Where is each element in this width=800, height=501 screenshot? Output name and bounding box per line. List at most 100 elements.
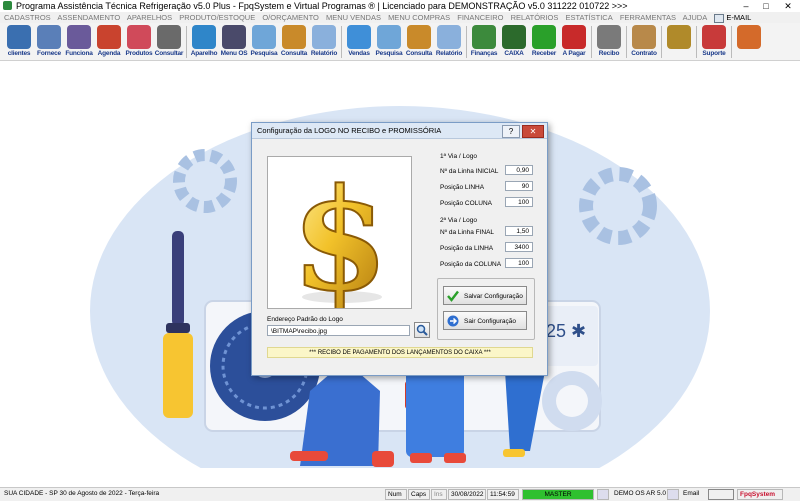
toolbar-button-consultar[interactable]: Consultar (154, 23, 184, 60)
menu-aparelhos[interactable]: APARELHOS (127, 13, 172, 22)
toolbar-button-aparelho[interactable]: Aparelho (189, 23, 219, 60)
via2-position-line-input[interactable]: 3400 (505, 242, 533, 252)
exit-icon (737, 25, 761, 49)
toolbar-button-exit[interactable] (734, 23, 764, 60)
via1-position-column-input[interactable]: 100 (505, 197, 533, 207)
main-toolbar: clientes Fornece Funciona Agenda Produtos Con… (0, 23, 800, 61)
toolbar-separator (186, 26, 187, 58)
svg-text:$: $ (291, 159, 388, 308)
coins-icon (667, 25, 691, 49)
report-icon (312, 25, 336, 49)
via2-position-column-input[interactable]: 100 (505, 258, 533, 268)
toolbar-button-fornece[interactable]: Fornece (34, 23, 64, 60)
magnifier-icon (416, 324, 428, 336)
menu-produto-estoque[interactable]: PRODUTO/ESTOQUE (179, 13, 255, 22)
app-icon (3, 1, 12, 10)
exit-config-button[interactable]: Sair Configuração (443, 311, 527, 330)
logo-config-dialog: Configuração da LOGO NO RECIBO e PROMISS… (251, 122, 548, 376)
pay-icon (562, 25, 586, 49)
status-bar: SUA CIDADE - SP 30 de Agosto de 2022 - T… (0, 487, 800, 501)
minimize-button[interactable]: – (738, 0, 754, 12)
exit-arrow-icon (447, 315, 459, 327)
toolbar-button-produtos[interactable]: Produtos (124, 23, 154, 60)
toolbar-button-agenda[interactable]: Agenda (94, 23, 124, 60)
checkmark-icon (447, 290, 459, 302)
via2-line-final-input[interactable]: 1,50 (505, 226, 533, 236)
save-config-label: Salvar Configuração (464, 293, 523, 300)
logo-path-input[interactable]: \BITMAP\recibo.jpg (267, 325, 410, 336)
close-button[interactable]: ✕ (780, 0, 796, 12)
menu-ajuda[interactable]: AJUDA (683, 13, 708, 22)
status-caps: Caps (408, 489, 430, 500)
via1-position-line-label: Posição LINHA (440, 184, 485, 191)
toolbar-button-receber[interactable]: Receber (529, 23, 559, 60)
menu-bar: CADASTROS ASSENDAMENTO APARELHOS PRODUTO… (0, 12, 800, 23)
toolbar-button-vendas[interactable]: Vendas (344, 23, 374, 60)
toolbar-button-menu-os[interactable]: Menu OS (219, 23, 249, 60)
via1-header: 1ª Via / Logo (440, 153, 477, 160)
mail-status-icon (667, 489, 679, 500)
toolbar-label: Consulta (405, 50, 433, 57)
toolbar-button-finan-as[interactable]: Finanças (469, 23, 499, 60)
toolbar-button-caixa[interactable]: CAIXA (499, 23, 529, 60)
menu-orcamento[interactable]: O/ORÇAMENTO (262, 13, 319, 22)
search-products-icon (157, 25, 181, 49)
receipt-icon (597, 25, 621, 49)
dialog-close-button[interactable]: ✕ (522, 125, 544, 138)
folder-icon (282, 25, 306, 49)
folder-icon (407, 25, 431, 49)
toolbar-button-a-pagar[interactable]: A Pagar (559, 23, 589, 60)
toolbar-label: Agenda (97, 50, 121, 57)
menu-email[interactable]: E-MAIL (726, 13, 751, 22)
menu-financeiro[interactable]: FINANCEIRO (457, 13, 503, 22)
tools-icon (222, 25, 246, 49)
toolbar-button-coins[interactable] (664, 23, 694, 60)
toolbar-label: Contrato (631, 50, 657, 57)
toolbar-button-suporte[interactable]: Suporte (699, 23, 729, 60)
menu-ferramentas[interactable]: FERRAMENTAS (620, 13, 676, 22)
menu-vendas[interactable]: MENU VENDAS (326, 13, 381, 22)
browse-logo-button[interactable] (414, 322, 430, 338)
toolbar-label: Consultar (154, 50, 184, 57)
toolbar-label: Relatório (310, 50, 338, 57)
toolbar-button-pesquisa[interactable]: Pesquisa (374, 23, 404, 60)
toolbar-label: Receber (531, 50, 557, 57)
status-email[interactable]: Email (681, 489, 705, 500)
via1-position-line-input[interactable]: 90 (505, 181, 533, 191)
via2-line-final-label: Nº da Linha FINAL (440, 229, 495, 236)
via2-header: 2ª Via / Logo (440, 217, 477, 224)
cashier-icon (502, 25, 526, 49)
clients-icon (7, 25, 31, 49)
status-brand: FpqSystem (737, 489, 783, 500)
menu-cadastros[interactable]: CADASTROS (4, 13, 51, 22)
finance-icon (472, 25, 496, 49)
via1-line-initial-input[interactable]: 0,90 (505, 165, 533, 175)
toolbar-label: A Pagar (562, 50, 586, 57)
toolbar-button-funciona[interactable]: Funciona (64, 23, 94, 60)
save-config-button[interactable]: Salvar Configuração (443, 286, 527, 305)
employee-icon (67, 25, 91, 49)
maximize-button[interactable]: □ (758, 0, 774, 12)
menu-compras[interactable]: MENU COMPRAS (388, 13, 450, 22)
toolbar-button-contrato[interactable]: Contrato (629, 23, 659, 60)
status-demo: DEMO OS AR 5.0 (614, 490, 667, 497)
dialog-title-bar: Configuração da LOGO NO RECIBO e PROMISS… (252, 123, 547, 139)
toolbar-separator (591, 26, 592, 58)
help-button[interactable]: ? (502, 125, 520, 138)
logo-preview: $ (267, 156, 412, 324)
menu-relatorios[interactable]: RELATÓRIOS (511, 13, 559, 22)
menu-agendamento[interactable]: ASSENDAMENTO (57, 13, 120, 22)
menu-estatistica[interactable]: ESTATÍSTICA (566, 13, 613, 22)
toolbar-button-recibo[interactable]: Recibo (594, 23, 624, 60)
toolbar-button-consulta[interactable]: Consulta (279, 23, 309, 60)
toolbar-button-clientes[interactable]: clientes (4, 23, 34, 60)
toolbar-label: Aparelho (190, 50, 218, 57)
device-icon (192, 25, 216, 49)
toolbar-button-pesquisa[interactable]: Pesquisa (249, 23, 279, 60)
toolbar-button-relat-rio[interactable]: Relatório (434, 23, 464, 60)
toolbar-button-consulta[interactable]: Consulta (404, 23, 434, 60)
toolbar-button-relat-rio[interactable]: Relatório (309, 23, 339, 60)
toolbar-separator (696, 26, 697, 58)
receipt-note: *** RECIBO DE PAGAMENTO DOS LANÇAMENTOS … (267, 347, 533, 358)
status-date: 30/08/2022 (448, 489, 486, 500)
